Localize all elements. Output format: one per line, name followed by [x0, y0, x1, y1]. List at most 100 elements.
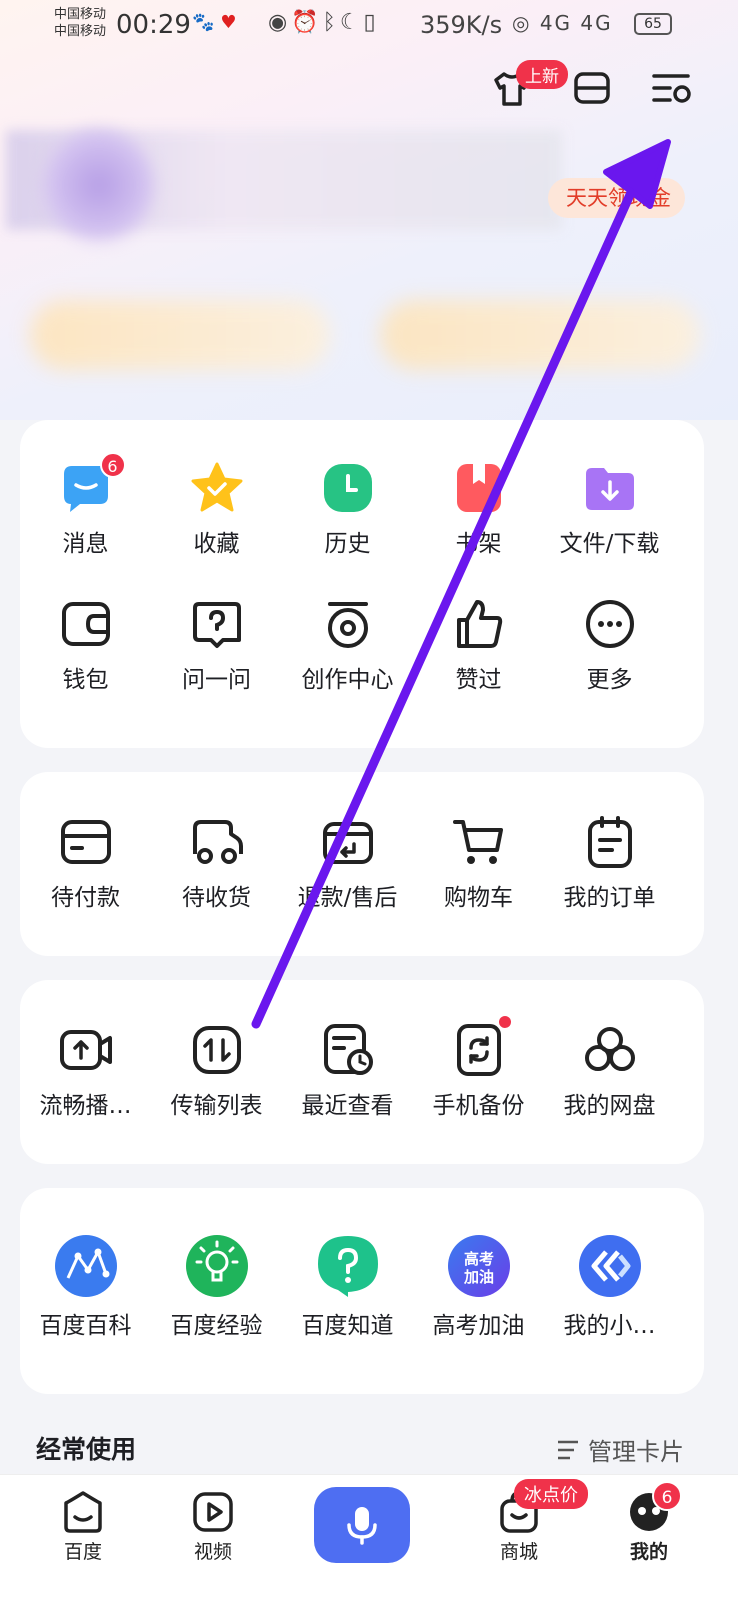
netdisk-recent[interactable]: 最近查看: [282, 1022, 413, 1120]
nav-me-label: 我的: [629, 1541, 668, 1563]
video-play-icon: [193, 1492, 233, 1532]
tool-label: 创作中心: [301, 667, 394, 693]
folder-download-icon: [585, 468, 634, 510]
wallet-icon: [61, 602, 110, 646]
tool-label: 问一问: [182, 667, 251, 693]
recent-icon: [323, 1024, 373, 1075]
orders-card: 待付款 待收货 退款/售后 购物车 我的订单: [20, 772, 704, 956]
tool-label: 消息: [62, 531, 109, 557]
blurred-banner-left: [30, 300, 330, 370]
alarm-icon: ⏰: [291, 10, 323, 35]
status-bar: 中国移动 中国移动 00:29 🐾 ♥ ◉⏰ᛒ☾▯ 359K/s ◎ 4G 4G…: [0, 0, 738, 50]
netdisk-label: 手机备份: [432, 1093, 525, 1119]
clock: 00:29: [116, 10, 191, 40]
tool-liked[interactable]: 赞过: [413, 596, 544, 694]
tool-label: 钱包: [62, 667, 109, 693]
zhidao-icon: [317, 1236, 378, 1297]
netdisk-label: 我的网盘: [563, 1093, 656, 1119]
service-mini-app[interactable]: 我的小…: [544, 1234, 675, 1340]
settings-list-icon: [652, 74, 691, 103]
avatar[interactable]: [44, 130, 154, 240]
carrier-info: 中国移动 中国移动: [54, 6, 106, 40]
voice-search-button[interactable]: [314, 1487, 410, 1563]
netdisk-my-disk[interactable]: 我的网盘: [544, 1022, 675, 1120]
service-label: 百度百科: [39, 1313, 132, 1339]
tool-label: 更多: [586, 667, 633, 693]
carrier-2: 中国移动: [54, 24, 107, 39]
tool-label: 历史: [324, 531, 371, 557]
cloud-icon: [584, 1027, 635, 1071]
hotspot-icon: ◎: [512, 11, 532, 35]
tool-wallet[interactable]: 钱包: [20, 596, 151, 694]
netdisk-phone-backup[interactable]: 手机备份: [413, 1016, 544, 1120]
order-cart[interactable]: 购物车: [413, 814, 544, 912]
service-zhidao[interactable]: 百度知道: [282, 1234, 413, 1340]
order-my-orders[interactable]: 我的订单: [544, 814, 675, 912]
battery-level: 65: [634, 13, 672, 35]
star-icon: [191, 462, 242, 512]
scan-button[interactable]: [570, 66, 614, 110]
tool-messages[interactable]: 6 消息: [20, 452, 151, 558]
gaokao-icon: 高考 加油: [447, 1235, 510, 1297]
order-label: 购物车: [444, 885, 513, 911]
mall-promo-badge: 冰点价: [514, 1479, 588, 1509]
baidu-home-icon: [64, 1491, 102, 1533]
tool-favorites[interactable]: 收藏: [151, 460, 282, 558]
vibrate-icon: ▯: [363, 10, 380, 35]
tool-creation-center[interactable]: 创作中心: [282, 596, 413, 694]
frequent-title: 经常使用: [36, 1435, 137, 1464]
order-refund[interactable]: 退款/售后: [282, 814, 413, 912]
netdisk-label: 传输列表: [170, 1093, 263, 1119]
order-pending-receipt[interactable]: 待收货: [151, 814, 282, 912]
jingyan-icon: [185, 1235, 248, 1297]
services-card: 百度百科 百度经验 百度知道 高考 加油 高考加油 我的小…: [20, 1188, 704, 1394]
netdisk-grid: 流畅播… 传输列表 最近查看 手机备份 我的网盘: [20, 980, 704, 1120]
nav-home-label: 百度: [63, 1541, 102, 1563]
orders-grid: 待付款 待收货 退款/售后 购物车 我的订单: [20, 772, 704, 912]
netdisk-transfer-list[interactable]: 传输列表: [151, 1022, 282, 1120]
skin-button[interactable]: 上新: [490, 60, 568, 110]
nav-video[interactable]: 视频: [168, 1489, 258, 1564]
tool-label: 文件/下载: [559, 531, 660, 557]
tool-bookshelf[interactable]: 书架: [413, 460, 544, 558]
service-gaokao[interactable]: 高考 加油 高考加油: [413, 1234, 544, 1340]
tool-ask[interactable]: 问一问: [151, 596, 282, 694]
service-baike[interactable]: 百度百科: [20, 1234, 151, 1340]
tool-label: 收藏: [193, 531, 240, 557]
transfer-icon: [192, 1026, 241, 1074]
manage-label: 管理卡片: [588, 1438, 684, 1466]
backup-icon: [456, 1024, 501, 1076]
truck-icon: [192, 820, 243, 864]
netdisk-label: 流畅播…: [39, 1093, 132, 1119]
message-badge: 6: [99, 452, 126, 478]
daily-cash-button[interactable]: 天天领现金: [548, 178, 685, 218]
notification-icons: 🐾 ♥: [192, 12, 237, 33]
tool-more[interactable]: 更多: [544, 596, 675, 694]
netdisk-card: 流畅播… 传输列表 最近查看 手机备份 我的网盘: [20, 980, 704, 1164]
tool-label: 书架: [455, 531, 502, 557]
backup-dot: [498, 1016, 511, 1028]
thumbs-up-icon: [456, 600, 502, 648]
bottom-nav: 百度 视频 商城 冰点价 我的 6: [0, 1474, 738, 1600]
baike-icon: [54, 1235, 117, 1297]
service-label: 百度知道: [301, 1313, 394, 1339]
question-icon: [192, 602, 241, 648]
nav-home[interactable]: 百度: [38, 1489, 128, 1564]
settings-button[interactable]: [650, 66, 694, 110]
carrier-1: 中国移动: [54, 7, 107, 22]
tools-grid: 6 消息 收藏 历史 书架 文件/下载: [20, 420, 704, 558]
order-label: 退款/售后: [297, 885, 398, 911]
header-actions: 上新: [490, 60, 694, 110]
manage-cards-button[interactable]: 管理卡片: [556, 1432, 684, 1467]
tool-history[interactable]: 历史: [282, 460, 413, 558]
service-jingyan[interactable]: 百度经验: [151, 1234, 282, 1340]
tool-files-downloads[interactable]: 文件/下载: [544, 460, 675, 558]
mini-app-icon: [578, 1235, 641, 1297]
service-label: 百度经验: [170, 1313, 263, 1339]
order-pending-payment[interactable]: 待付款: [20, 814, 151, 912]
signal-label: 4G 4G: [539, 11, 613, 35]
moon-icon: ☾: [339, 10, 364, 35]
service-label: 我的小…: [563, 1313, 656, 1339]
netdisk-smooth-play[interactable]: 流畅播…: [20, 1022, 151, 1120]
service-label: 高考加油: [432, 1313, 525, 1339]
